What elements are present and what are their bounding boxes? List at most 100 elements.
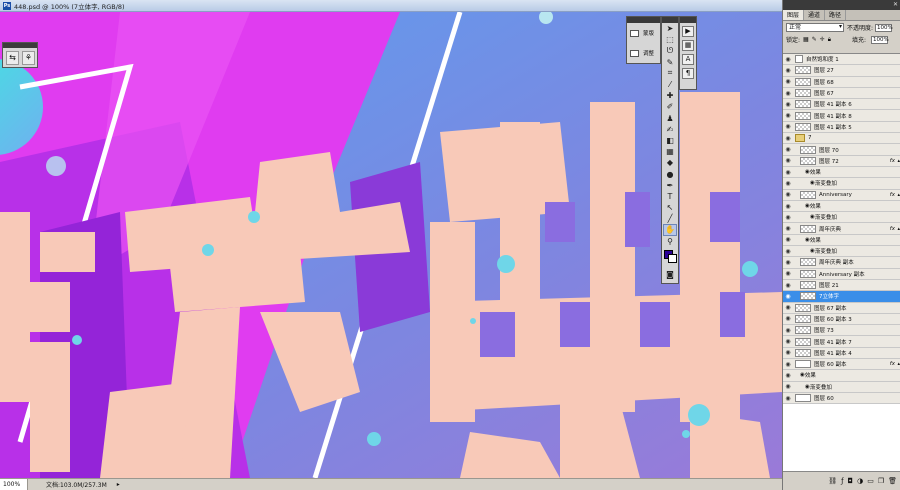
visibility-eye-icon[interactable]: ◉ <box>783 146 793 153</box>
adjustments-button[interactable]: 调整 <box>627 43 660 63</box>
layer-effect-row[interactable]: ◉ ◉ 效果 <box>783 234 900 247</box>
layer-fx-badge[interactable]: fx <box>890 361 895 367</box>
zoom-level[interactable]: 100% <box>0 479 28 490</box>
stamp-icon[interactable]: ♟ <box>663 113 677 124</box>
layer-row[interactable]: ◉ 图层 60 副本 fx ▴ <box>783 359 900 371</box>
layer-row[interactable]: ◉ 图层 41 副本 6 <box>783 99 900 111</box>
dodge-icon[interactable]: ● <box>663 168 677 179</box>
layer-effect-row[interactable]: ◉ ◉ 效果 <box>783 370 900 382</box>
visibility-eye-icon[interactable]: ◉ <box>783 372 793 379</box>
visibility-eye-icon[interactable]: ◉ <box>783 203 793 210</box>
visibility-eye-icon[interactable]: ◉ <box>783 90 793 97</box>
layer-fx-badge[interactable]: fx <box>890 226 895 232</box>
layer-group-row[interactable]: ◉ 7 <box>783 133 900 145</box>
visibility-eye-icon[interactable]: ◉ <box>783 361 793 368</box>
lasso-icon[interactable]: ᘎ <box>663 45 677 56</box>
visibility-eye-icon[interactable]: ◉ <box>783 349 793 356</box>
tool-options-icon[interactable]: ⇆ <box>6 51 19 65</box>
visibility-eye-icon[interactable]: ◉ <box>783 191 793 198</box>
zoom-icon[interactable]: ⚲ <box>663 236 677 247</box>
panel-header[interactable] <box>680 17 696 23</box>
visibility-eye-icon[interactable]: ◉ <box>783 259 793 266</box>
layer-row[interactable]: ◉ 周年庆典 fx ▴ <box>783 223 900 235</box>
visibility-eye-icon[interactable]: ◉ <box>783 67 793 74</box>
layer-fx-badge[interactable]: fx <box>890 158 895 164</box>
play-icon[interactable]: ▶ <box>682 26 694 37</box>
visibility-eye-icon[interactable]: ◉ <box>783 395 793 402</box>
type-icon[interactable]: T <box>663 191 677 202</box>
visibility-eye-icon[interactable]: ◉ <box>783 270 793 277</box>
opacity-input[interactable]: 100% <box>875 23 893 32</box>
visibility-eye-icon[interactable]: ◉ <box>783 123 793 130</box>
layer-row[interactable]: ◉ 图层 60 <box>783 392 900 405</box>
blend-mode-select[interactable]: 正常 <box>786 23 844 32</box>
layer-row[interactable]: ◉ 图层 27 <box>783 65 900 77</box>
crop-icon[interactable]: ⌗ <box>663 68 677 79</box>
lock-image-icon[interactable]: ✎ <box>812 36 817 43</box>
layer-row[interactable]: ◉ 图层 41 副本 4 <box>783 347 900 360</box>
layer-effect-row[interactable]: ◉ ◉ 渐变叠加 <box>783 178 900 190</box>
layer-row[interactable]: ◉ 图层 60 副本 3 <box>783 313 900 326</box>
add-mask-icon[interactable]: ◘ <box>848 477 854 485</box>
layer-row[interactable]: ◉ Anniversary fx ▴ <box>783 189 900 201</box>
visibility-eye-icon[interactable]: ◉ <box>783 225 793 232</box>
visibility-eye-icon[interactable]: ◉ <box>783 236 793 243</box>
visibility-eye-icon[interactable]: ◉ <box>783 338 793 345</box>
color-swatches[interactable] <box>662 247 678 269</box>
eraser-icon[interactable]: ◧ <box>663 135 677 146</box>
layer-effect-row[interactable]: ◉ ◉ 渐变叠加 <box>783 381 900 393</box>
add-style-icon[interactable]: ƒ <box>841 477 843 485</box>
visibility-eye-icon[interactable]: ◉ <box>783 327 793 334</box>
tab-layers[interactable]: 图层 <box>783 10 805 20</box>
panel-header[interactable] <box>3 43 37 48</box>
visibility-eye-icon[interactable]: ◉ <box>783 169 793 176</box>
layer-row[interactable]: ◉ 图层 67 副本 <box>783 302 900 314</box>
visibility-eye-icon[interactable]: ◉ <box>783 214 793 221</box>
layer-row[interactable]: ◉ 图层 67 <box>783 87 900 100</box>
lock-position-icon[interactable]: ✛ <box>820 36 825 43</box>
layer-effect-row[interactable]: ◉ ◉ 效果 <box>783 200 900 213</box>
hand-icon[interactable]: ✋ <box>663 224 677 236</box>
visibility-eye-icon[interactable]: ◉ <box>783 282 793 289</box>
lock-all-icon[interactable]: 🔒︎ <box>828 36 831 44</box>
visibility-eye-icon[interactable]: ◉ <box>783 315 793 322</box>
layer-row[interactable]: ◉ 图层 41 副本 7 <box>783 336 900 348</box>
layer-fx-badge[interactable]: fx <box>890 192 895 198</box>
layer-effect-row[interactable]: ◉ ◉ 渐变叠加 <box>783 246 900 258</box>
layer-row[interactable]: ◉ 图层 41 副本 8 <box>783 110 900 122</box>
status-arrow-icon[interactable]: ▸ <box>117 481 120 488</box>
visibility-eye-icon[interactable]: ◉ <box>783 293 793 300</box>
new-group-icon[interactable]: ▭ <box>867 477 874 485</box>
visibility-eye-icon[interactable]: ◉ <box>783 304 793 311</box>
pen-icon[interactable]: ✒ <box>663 180 677 191</box>
layer-row[interactable]: ◉ 图层 41 副本 5 <box>783 121 900 134</box>
layer-row[interactable]: ◉ 图层 68 <box>783 76 900 88</box>
layer-row[interactable]: ◉ 图层 21 <box>783 279 900 292</box>
background-color[interactable] <box>668 253 677 263</box>
layer-row[interactable]: ◉ 7立体字 <box>783 291 900 303</box>
blur-icon[interactable]: ◆ <box>663 157 677 168</box>
panel-header[interactable]: ✕ <box>783 0 900 10</box>
link-layers-icon[interactable]: ⛓ <box>828 477 837 485</box>
visibility-eye-icon[interactable]: ◉ <box>783 157 793 164</box>
visibility-eye-icon[interactable]: ◉ <box>783 135 793 142</box>
masks-button[interactable]: 蒙版 <box>627 23 660 43</box>
move-icon[interactable]: ➤ <box>663 23 677 34</box>
visibility-eye-icon[interactable]: ◉ <box>783 180 793 187</box>
tab-channels[interactable]: 通道 <box>804 10 826 20</box>
layer-row[interactable]: ◉ Anniversary 副本 <box>783 268 900 280</box>
eyedropper-icon[interactable]: ⁄ <box>663 79 677 90</box>
layer-row[interactable]: ◉ 图层 72 fx ▴ <box>783 155 900 167</box>
swatch-grid-icon[interactable]: ▦ <box>682 40 694 51</box>
layer-effect-row[interactable]: ◉ ◉ 渐变叠加 <box>783 212 900 224</box>
layer-effect-row[interactable]: ◉ ◉ 效果 <box>783 166 900 179</box>
healing-icon[interactable]: ✚ <box>663 90 677 101</box>
new-adjustment-icon[interactable]: ◑ <box>857 477 863 485</box>
gradient-icon[interactable]: ▦ <box>663 146 677 157</box>
new-layer-icon[interactable]: ❐ <box>878 477 884 485</box>
tab-paths[interactable]: 路径 <box>825 10 847 20</box>
history-brush-icon[interactable]: ✍ <box>663 124 677 135</box>
layer-row[interactable]: ◉ 图层 70 <box>783 144 900 156</box>
visibility-eye-icon[interactable]: ◉ <box>783 56 793 63</box>
paragraph-icon[interactable]: ¶ <box>682 68 694 79</box>
